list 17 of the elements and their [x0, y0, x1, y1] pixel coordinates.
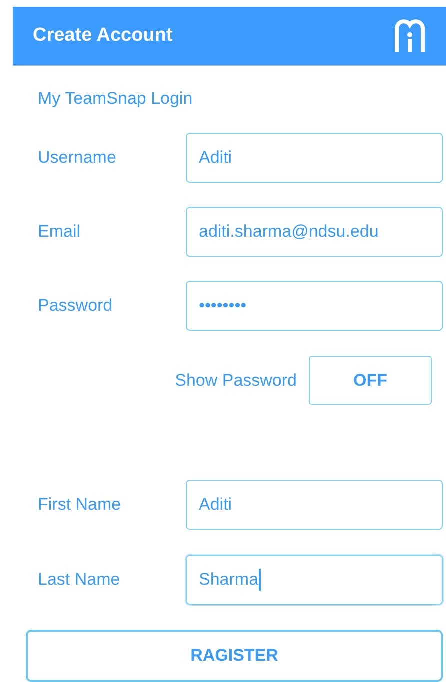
field-label: Password	[37, 296, 114, 316]
field-label: Username	[37, 148, 118, 168]
logo-icon	[394, 19, 426, 53]
toggle-label: Show Password	[175, 370, 297, 390]
toggle-button[interactable]: OFF	[309, 356, 432, 405]
field-label: Email	[37, 222, 82, 242]
input-field[interactable]: Aditi	[186, 133, 443, 183]
field-label: Last Name	[37, 570, 122, 590]
header-title: Create Account	[33, 25, 173, 47]
login-link[interactable]: My TeamSnap Login	[38, 89, 193, 109]
text-cursor	[258, 569, 261, 591]
input-field[interactable]: ••••••••	[186, 281, 443, 331]
input-field[interactable]: aditi.sharma@ndsu.edu	[186, 207, 443, 257]
input-field[interactable]: Sharma	[186, 555, 443, 605]
register-button[interactable]: RAGISTER	[26, 630, 443, 682]
input-field[interactable]: Aditi	[186, 480, 443, 530]
field-label: First Name	[37, 495, 122, 515]
